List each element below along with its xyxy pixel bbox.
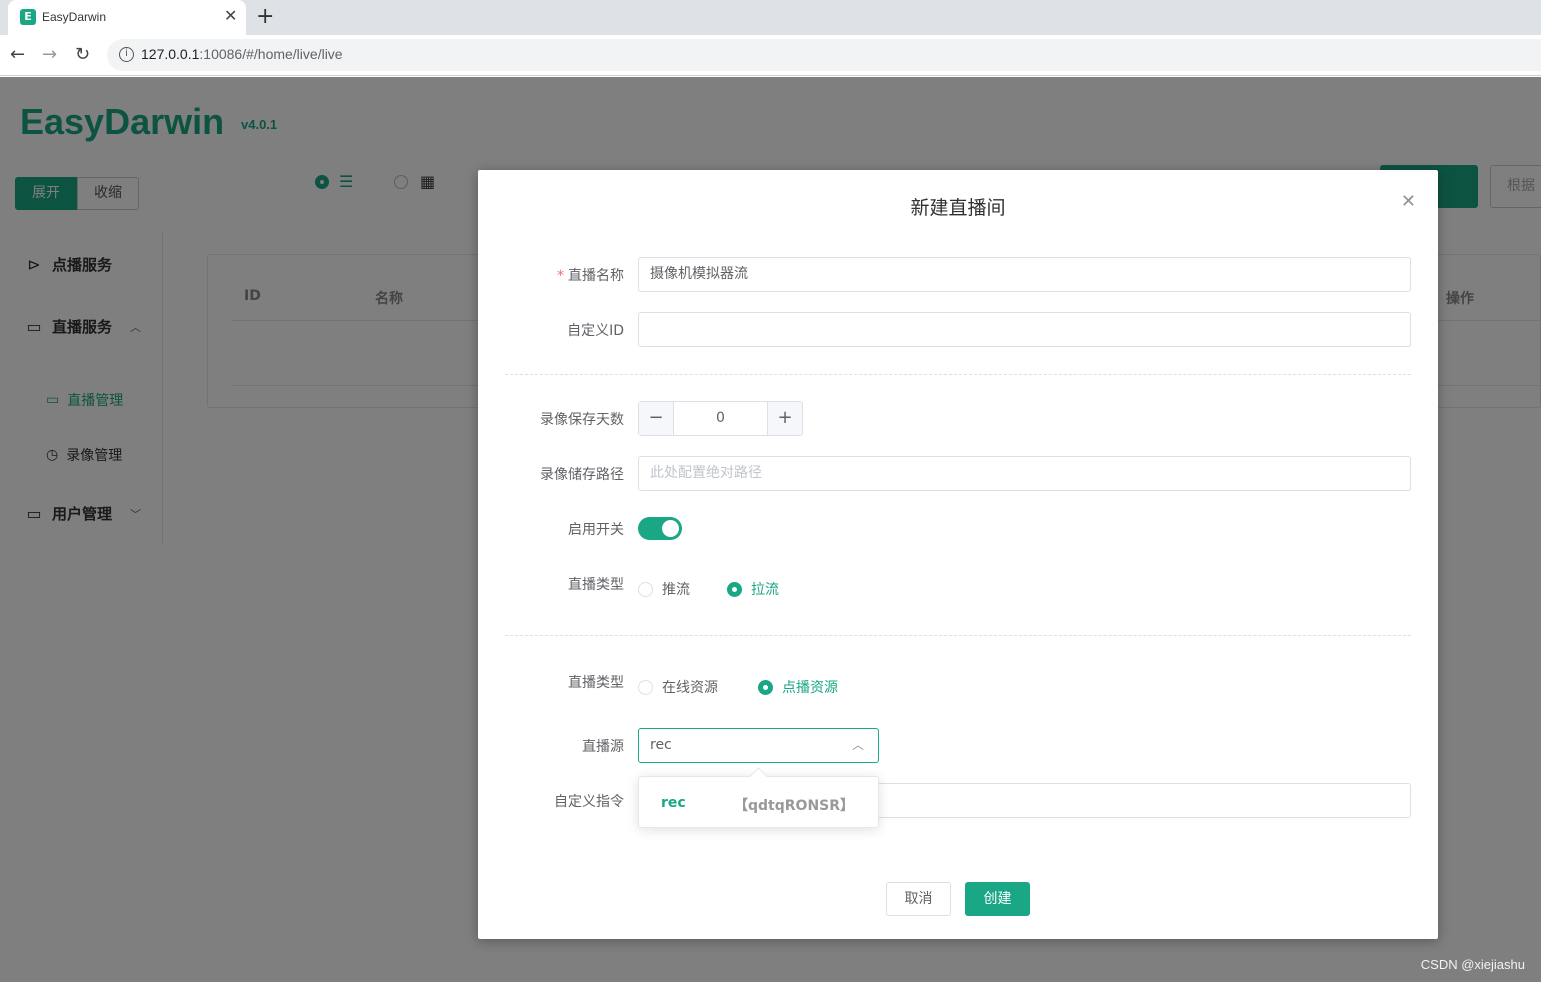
record-days-label: 录像保存天数: [540, 412, 624, 428]
source-label: 直播源: [582, 739, 624, 755]
radio-label: 推流: [662, 582, 690, 598]
name-label-text: 直播名称: [568, 268, 624, 284]
address-bar[interactable]: i 127.0.0.1:10086/#/home/live/live: [107, 39, 1541, 71]
browser-tab[interactable]: E EasyDarwin ✕: [8, 0, 246, 35]
browser-toolbar: ← → ↻ i 127.0.0.1:10086/#/home/live/live: [0, 35, 1541, 76]
new-tab-icon[interactable]: +: [256, 4, 274, 30]
decrement-button[interactable]: −: [639, 402, 674, 435]
custom-id-input[interactable]: [638, 312, 1411, 347]
required-mark: *: [557, 268, 564, 284]
watermark: CSDN @xiejiashu: [1420, 957, 1525, 972]
radio-push[interactable]: 推流: [638, 579, 690, 599]
chevron-up-icon: ︿: [851, 738, 864, 752]
live-name-input[interactable]: 摄像机模拟器流: [638, 257, 1411, 292]
section-divider: [505, 635, 1411, 636]
enable-label: 启用开关: [568, 522, 624, 538]
cancel-button[interactable]: 取消: [886, 882, 951, 916]
custom-cmd-label: 自定义指令: [554, 794, 624, 810]
radio-label: 在线资源: [662, 680, 718, 696]
close-icon[interactable]: ✕: [1401, 192, 1416, 212]
close-tab-icon[interactable]: ✕: [224, 7, 237, 25]
url-host: 127.0.0.1: [141, 46, 200, 62]
record-path-label: 录像储存路径: [540, 467, 624, 483]
custom-id-label: 自定义ID: [567, 323, 624, 339]
name-label: * 直播名称: [557, 265, 624, 285]
increment-button[interactable]: +: [767, 402, 802, 435]
create-button[interactable]: 创建: [965, 882, 1030, 916]
radio-dot: [638, 581, 653, 597]
radio-label: 拉流: [751, 582, 779, 598]
live-type-label: 直播类型: [568, 577, 624, 593]
source-dropdown: rec 【qdtqRONSR】: [638, 776, 879, 828]
dialog-title: 新建直播间: [910, 197, 1006, 219]
option-id: 【qdtqRONSR】: [734, 798, 855, 814]
browser-tab-bar: E EasyDarwin ✕ +: [0, 0, 1541, 35]
back-icon[interactable]: ←: [10, 44, 25, 66]
reload-icon[interactable]: ↻: [75, 44, 90, 66]
record-days-stepper: − 0 +: [638, 401, 803, 436]
source-type-label: 直播类型: [568, 675, 624, 691]
radio-dot: [727, 581, 742, 597]
section-divider: [505, 374, 1411, 375]
record-days-value[interactable]: 0: [674, 402, 767, 435]
radio-dot: [638, 679, 653, 695]
radio-pull[interactable]: 拉流: [727, 579, 779, 599]
live-source-select[interactable]: rec ︿: [638, 728, 879, 763]
radio-dot: [758, 679, 773, 695]
select-value: rec: [650, 737, 672, 753]
site-info-icon[interactable]: i: [119, 47, 134, 62]
enable-switch[interactable]: [638, 517, 682, 540]
record-path-input[interactable]: 此处配置绝对路径: [638, 456, 1411, 491]
forward-icon[interactable]: →: [42, 44, 57, 66]
radio-vod-resource[interactable]: 点播资源: [758, 677, 838, 697]
url-text: 127.0.0.1:10086/#/home/live/live: [141, 46, 343, 62]
app-favicon-icon: E: [20, 9, 36, 25]
option-name: rec: [661, 795, 686, 811]
radio-online-resource[interactable]: 在线资源: [638, 677, 718, 697]
url-path: :10086/#/home/live/live: [199, 46, 343, 62]
radio-label: 点播资源: [782, 680, 838, 696]
tab-title: EasyDarwin: [42, 10, 107, 24]
create-live-dialog: 新建直播间 ✕ * 直播名称 摄像机模拟器流 自定义ID 录像保存天数 − 0 +…: [478, 170, 1438, 939]
